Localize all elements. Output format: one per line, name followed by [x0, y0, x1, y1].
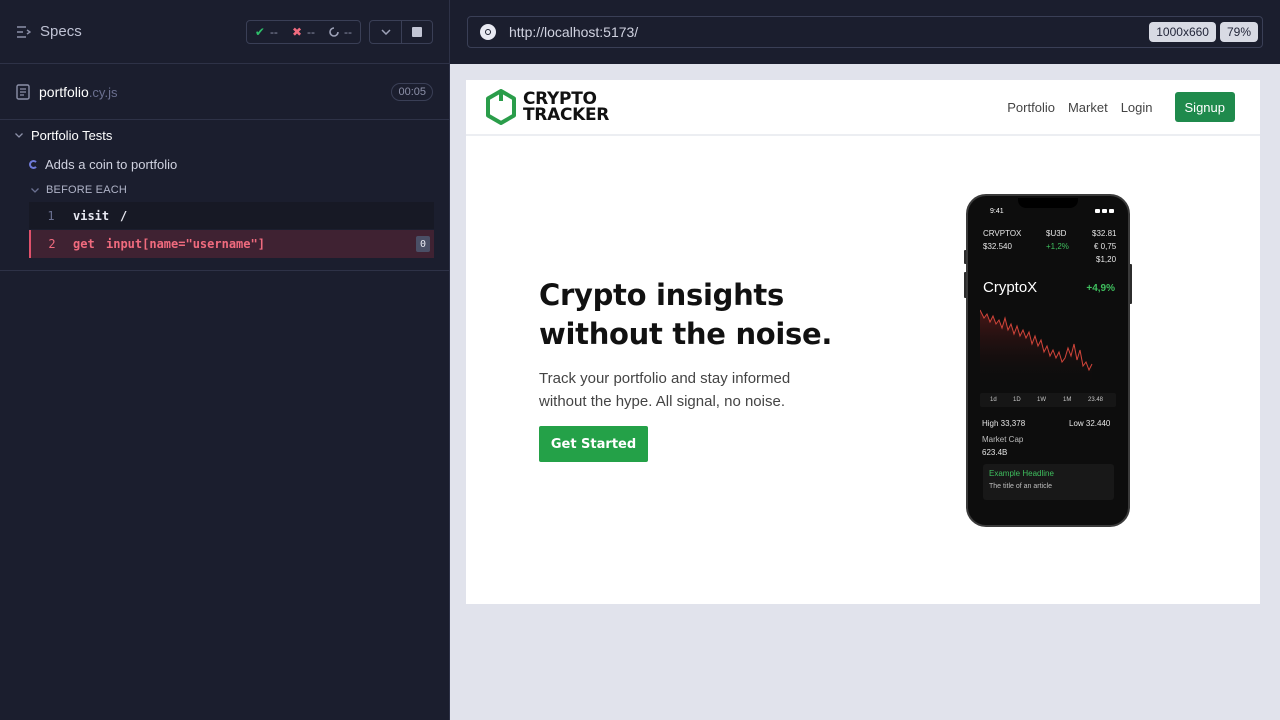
ticker-cell: $1,20	[1096, 255, 1117, 264]
logo[interactable]: CRYPTO TRACKER	[485, 89, 609, 125]
low-price: Low 32.440	[1069, 419, 1111, 428]
signup-button[interactable]: Signup	[1174, 92, 1235, 122]
failed-stat: ✖ --	[292, 25, 315, 39]
command-number: 2	[48, 237, 56, 251]
nav-portfolio-link[interactable]: Portfolio	[1007, 100, 1055, 115]
market-cap-value: 623.4B	[982, 448, 1008, 457]
test-row[interactable]: Adds a coin to portfolio	[0, 149, 449, 179]
cypress-runner-panel: Specs ✔ -- ✖ -- -- portfolio.cy.js 00:05…	[0, 0, 450, 720]
passed-count: --	[269, 24, 278, 39]
high-price: High 33,378	[982, 419, 1026, 428]
runner-header: Specs ✔ -- ✖ -- --	[0, 0, 449, 64]
hero-subtitle: Track your portfolio and stay informed w…	[539, 370, 791, 410]
chevron-down-icon	[31, 187, 39, 193]
market-cap-label: Market Cap	[982, 435, 1024, 444]
ticker-cell: $32.81	[1092, 229, 1117, 238]
element-count-badge: 0	[416, 236, 430, 252]
suite-row[interactable]: Portfolio Tests	[0, 121, 449, 149]
command-row[interactable]: 1 visit /	[29, 202, 434, 229]
hexagon-logo-icon	[486, 89, 516, 125]
chevron-down-icon	[15, 132, 23, 138]
ticker-cell: $U3D	[1046, 229, 1067, 238]
pending-spinner-icon	[329, 26, 339, 37]
app-viewport: CRYPTO TRACKER Portfolio Market Login Si…	[466, 80, 1260, 604]
period-tab: 1M	[1063, 397, 1072, 403]
get-started-button[interactable]: Get Started	[539, 426, 648, 462]
chevron-down-icon	[380, 28, 391, 35]
command-message: input[name="username"]	[106, 237, 265, 251]
check-icon: ✔	[254, 24, 265, 39]
phone-time: 9:41	[990, 208, 1004, 215]
spec-file-row: portfolio.cy.js 00:05	[0, 64, 449, 120]
ticker-cell: CRVPTOX	[983, 229, 1022, 238]
suite-title: Portfolio Tests	[31, 127, 113, 143]
phone-status-icons	[1095, 209, 1114, 213]
test-title: Adds a coin to portfolio	[45, 156, 178, 172]
url-text: http://localhost:5173/	[509, 24, 639, 40]
news-card: Example Headline The title of an article	[983, 464, 1114, 500]
ticker-cell: € 0,75	[1094, 242, 1117, 251]
nav-login-link[interactable]: Login	[1121, 100, 1153, 115]
price-chart	[980, 309, 1093, 386]
period-tab: 23.48	[1088, 397, 1104, 403]
logo-text: CRYPTO TRACKER	[523, 91, 610, 125]
test-stats: ✔ -- ✖ -- --	[245, 19, 361, 44]
running-spinner-icon	[29, 159, 38, 169]
specs-toggle[interactable]: Specs	[16, 23, 246, 40]
coin-name: CryptoX	[983, 279, 1038, 296]
spec-name: portfolio	[39, 83, 89, 100]
spec-file-name: portfolio.cy.js	[39, 84, 391, 100]
hero-title: Crypto insights without the noise.	[539, 278, 833, 351]
news-title: The title of an article	[989, 483, 1053, 490]
spec-extension: .cy.js	[88, 84, 118, 100]
coin-change: +4,9%	[1086, 283, 1115, 294]
phone-mockup: 9:41 CRVPTOX $U3D $32.81 $32.540 +1,2% €…	[966, 194, 1130, 527]
globe-icon	[480, 24, 496, 40]
viewport-size-badge[interactable]: 1000x660	[1149, 22, 1216, 42]
pending-count: --	[344, 24, 352, 39]
nav-market-link[interactable]: Market	[1068, 100, 1108, 115]
browser-panel: http://localhost:5173/ 1000x660 79% CRYP…	[450, 0, 1280, 720]
x-icon: ✖	[291, 24, 302, 39]
divider	[0, 270, 450, 271]
command-message: /	[120, 208, 128, 223]
command-name: get	[73, 237, 95, 251]
logo-line-2: TRACKER	[523, 105, 610, 125]
ticker-cell: +1,2%	[1046, 242, 1069, 251]
failed-count: --	[307, 24, 315, 39]
stop-button[interactable]	[401, 20, 432, 43]
stop-icon	[412, 26, 422, 37]
news-headline: Example Headline	[989, 469, 1054, 478]
hook-title: BEFORE EACH	[46, 184, 128, 196]
period-tab: 1W	[1037, 397, 1046, 403]
passed-stat: ✔ --	[255, 25, 278, 39]
specs-label: Specs	[40, 23, 82, 40]
command-number: 1	[47, 208, 55, 223]
zoom-badge[interactable]: 79%	[1219, 22, 1258, 42]
url-bar[interactable]: http://localhost:5173/ 1000x660 79%	[467, 16, 1263, 48]
phone-notch	[1018, 198, 1078, 208]
collapse-button[interactable]	[370, 21, 401, 43]
document-icon	[16, 83, 30, 100]
hook-row[interactable]: BEFORE EACH	[0, 179, 449, 201]
ticker-cell: $32.540	[983, 242, 1012, 251]
period-tab: 1D	[1013, 397, 1021, 403]
url-bar-container: http://localhost:5173/ 1000x660 79%	[450, 0, 1280, 64]
period-tab: 1d	[990, 397, 997, 403]
run-controls	[369, 19, 433, 44]
command-row-failed[interactable]: 2 get input[name="username"] 0	[29, 230, 434, 258]
app-navbar: CRYPTO TRACKER Portfolio Market Login Si…	[466, 80, 1260, 136]
specs-list-icon	[17, 25, 31, 38]
spec-duration: 00:05	[391, 82, 433, 101]
pending-stat: --	[329, 25, 352, 39]
command-name: visit	[73, 208, 110, 223]
nav-links: Portfolio Market Login Signup	[609, 92, 1235, 122]
